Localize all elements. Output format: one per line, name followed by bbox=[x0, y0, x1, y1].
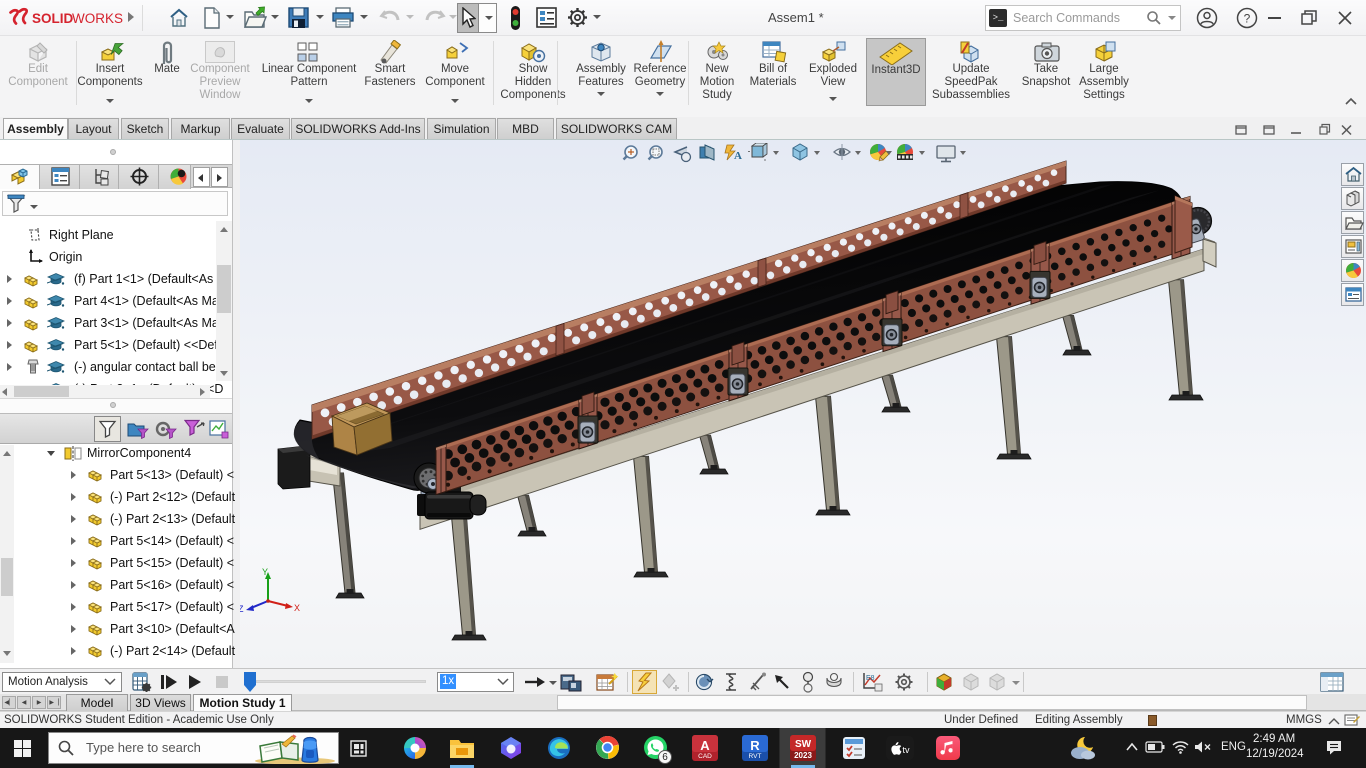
svg-text:E8: E8 bbox=[866, 675, 875, 682]
svg-text:A: A bbox=[734, 150, 742, 162]
svg-text:Z: Z bbox=[240, 604, 244, 614]
svg-text:RVT: RVT bbox=[749, 753, 762, 760]
svg-text:tv: tv bbox=[902, 745, 910, 755]
svg-text:Y: Y bbox=[262, 567, 268, 577]
svg-text:WORKS: WORKS bbox=[72, 11, 123, 26]
svg-text:SOLID: SOLID bbox=[32, 11, 74, 26]
svg-text:2023: 2023 bbox=[794, 751, 812, 760]
svg-text:A: A bbox=[700, 738, 710, 753]
svg-text:SW: SW bbox=[795, 739, 812, 750]
svg-text:CAD: CAD bbox=[698, 753, 712, 760]
svg-text:R: R bbox=[750, 738, 760, 753]
svg-text:X: X bbox=[294, 603, 300, 613]
svg-text:?: ? bbox=[1244, 12, 1251, 26]
